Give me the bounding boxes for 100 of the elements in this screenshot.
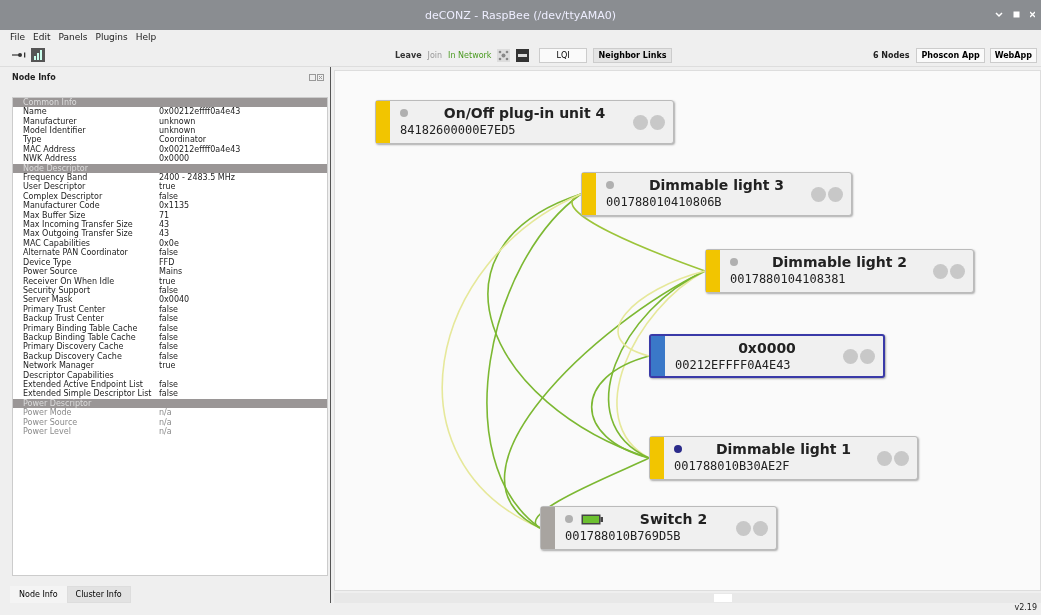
view-toggle-button[interactable]: LQI [539, 47, 587, 63]
property-label: Extended Active Endpoint List [23, 379, 143, 390]
property-value: 71 [159, 210, 170, 220]
property-value: Coordinator [159, 135, 207, 145]
property-value: 2400 - 2483.5 MHz [159, 173, 235, 183]
menu-item[interactable]: Edit [33, 32, 51, 42]
node-name: Dimmable light 2 [770, 254, 909, 270]
node-card[interactable]: Dimmable light 1 001788010B30AE2F [649, 436, 918, 480]
property-value: 0x00212effff0a4e43 [159, 107, 241, 117]
property-label: Backup Binding Table Cache [23, 332, 137, 343]
section-header: Node Descriptor [13, 163, 327, 174]
endpoint-circle [933, 263, 948, 279]
network-icon[interactable] [497, 48, 511, 62]
panel-tab[interactable]: Cluster Info [66, 586, 131, 603]
node-name: 0x0000 [737, 340, 797, 356]
property-label: Manufacturer Code [23, 201, 100, 211]
menu-item[interactable]: Help [135, 32, 157, 42]
menu-item[interactable]: Plugins [95, 32, 128, 42]
property-value: n/a [159, 408, 172, 418]
node-card[interactable]: 0x0000 00212EFFFF0A4E43 [649, 334, 885, 378]
chip-icon[interactable] [516, 48, 530, 62]
property-value: unknown [159, 116, 196, 126]
toolbar-action[interactable]: Leave [395, 50, 422, 60]
property-label: Power Source [23, 417, 79, 427]
property-label: Device Type [23, 257, 72, 268]
node-address: 001788010410806B [606, 195, 723, 209]
property-value: false [159, 389, 179, 399]
property-value: false [159, 351, 179, 361]
node-card[interactable]: Dimmable light 3 001788010410806B [581, 172, 852, 216]
property-label: Backup Trust Center [23, 314, 105, 324]
property-label: Power Mode [23, 408, 72, 418]
node-card[interactable]: Dimmable light 2 0017880104108381 [705, 249, 974, 293]
property-label: MAC Capabilities [23, 238, 91, 249]
panel-title: Node Info [12, 73, 57, 83]
property-value: false [159, 342, 179, 352]
menu-item[interactable]: File [10, 32, 26, 42]
property-label: Backup Discovery Cache [23, 351, 123, 362]
node-name: Switch 2 [638, 511, 709, 527]
property-label: User Descriptor [23, 182, 86, 192]
property-value: 0x0e [159, 238, 179, 248]
node-card[interactable]: Switch 2 001788010B769D5B [540, 506, 777, 550]
property-value: false [159, 323, 179, 333]
property-label: Model Identifier [23, 126, 87, 135]
property-label: Power Source [23, 267, 79, 277]
property-value: false [159, 304, 179, 314]
maximize-icon[interactable] [1013, 11, 1020, 18]
close-icon[interactable] [317, 74, 324, 82]
property-value: true [159, 361, 176, 371]
endpoint-circle [650, 114, 665, 130]
property-value: 0x0000 [159, 154, 190, 164]
node-address: 00212EFFFF0A4E43 [675, 358, 792, 372]
minimize-icon[interactable] [995, 11, 1003, 18]
property-label: Power Level [23, 427, 72, 437]
endpoint-circle [633, 114, 648, 130]
property-label: Name [23, 107, 48, 117]
endpoint-circle [843, 348, 858, 364]
signal-icon[interactable] [31, 48, 45, 62]
menu-item[interactable]: Panels [58, 32, 88, 42]
property-value: unknown [159, 126, 196, 135]
property-value: false [159, 314, 179, 324]
toolbar-action: In Network [448, 50, 492, 60]
endpoint-circle [811, 186, 826, 202]
property-label: NWK Address [23, 154, 78, 164]
property-label: Alternate PAN Coordinator [23, 248, 129, 258]
property-label: Max Outgoing Transfer Size [23, 229, 134, 239]
endpoint-circle [860, 348, 875, 364]
endpoint-circle [894, 450, 909, 466]
app-link-button[interactable]: WebApp [989, 47, 1037, 63]
plug-icon[interactable] [12, 52, 26, 58]
property-value: false [159, 285, 179, 295]
node-name: On/Off plug-in unit 4 [442, 105, 607, 121]
endpoint-circle [736, 520, 751, 536]
property-value: n/a [159, 417, 172, 427]
property-label: Type [23, 135, 43, 145]
node-card[interactable]: On/Off plug-in unit 4 84182600000E7ED5 [375, 100, 674, 144]
property-label: Receiver On When Idle [23, 276, 116, 286]
view-toggle-button[interactable]: Neighbor Links [592, 47, 673, 63]
endpoint-circle [828, 186, 843, 202]
node-count: 6 Nodes [873, 50, 910, 60]
property-value: 0x0040 [159, 295, 190, 305]
node-name: Dimmable light 1 [714, 441, 853, 457]
node-address: 001788010B30AE2F [674, 459, 791, 473]
property-value: true [159, 182, 176, 192]
section-header: Common Info [13, 97, 327, 108]
float-icon[interactable] [309, 74, 316, 82]
property-value: 43 [159, 229, 170, 239]
property-value: 0x00212effff0a4e43 [159, 144, 241, 154]
property-value: false [159, 379, 179, 389]
property-label: Max Buffer Size [23, 210, 87, 220]
property-label: Extended Simple Descriptor List [23, 389, 153, 399]
property-label: Descriptor Capabilities [23, 370, 114, 380]
node-name: Dimmable light 3 [647, 177, 786, 193]
property-label: Frequency Band [23, 173, 89, 183]
property-value: FFD [159, 257, 175, 267]
property-value: n/a [159, 427, 172, 437]
property-label: Server Mask [23, 295, 73, 305]
panel-tab[interactable]: Node Info [10, 586, 67, 603]
app-link-button[interactable]: Phoscon App [916, 47, 985, 63]
endpoint-circle [950, 263, 965, 279]
property-label: Primary Discovery Cache [23, 342, 125, 352]
